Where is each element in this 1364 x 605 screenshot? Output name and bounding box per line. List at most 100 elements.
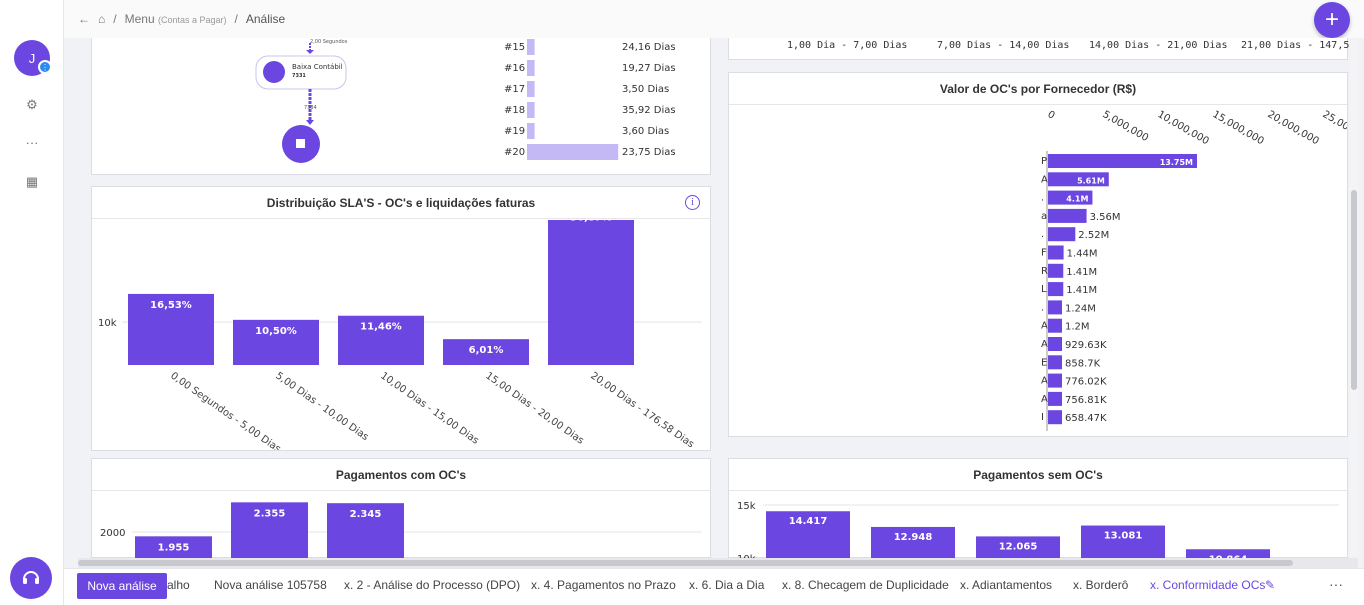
process-row-value: 35,92 Dias [622,105,676,116]
supplier-category-label: A [1041,394,1048,405]
sla-x-tick: 20,00 Dias - 176,58 Dias [588,370,696,450]
more-tabs-icon[interactable]: ··· [1329,576,1343,592]
breadcrumb-menu[interactable]: Menu (Contas a Pagar) [125,12,227,26]
supplier-data-label: 3.56M [1090,212,1121,223]
supplier-bar [1048,318,1062,333]
supplier-data-label: 1.2M [1065,322,1090,333]
horizontal-scroll-thumb[interactable] [78,560,1293,566]
tab-trabalho[interactable]: alho [167,578,190,592]
new-analysis-button[interactable]: Nova análise [77,573,167,599]
sla-distribution-panel: Distribuição SLA'S - OC's e liquidações … [91,186,711,451]
psoc-data-label: 12.065 [999,541,1038,552]
supplier-bar [1048,227,1076,242]
process-row-bar [527,60,535,76]
tab-bordero[interactable]: x. Borderô [1073,578,1128,592]
sla-panel-title: Distribuição SLA'S - OC's e liquidações … [92,187,710,219]
process-row-value: 19,27 Dias [622,63,676,74]
payments-with-oc-panel: Pagamentos com OC's 2000 1.955 2.355 2.345 [91,458,711,558]
avatar-menu-icon[interactable]: ⋮ [38,60,52,74]
supplier-data-label: 1.44M [1067,249,1098,260]
more-dots-icon[interactable]: ··· [22,132,42,152]
sla-data-label: 16,53% [150,300,192,311]
poc-y-tick: 2000 [100,528,125,539]
info-icon[interactable]: i [685,195,700,210]
process-row-id: #18 [504,105,525,116]
strip-label-4: 21,00 Dias - 147,58 [1241,40,1356,51]
supplier-category-label: F [1041,248,1047,259]
supplier-data-label: 658.47K [1065,413,1107,424]
back-arrow-icon[interactable]: ← [78,12,90,26]
tab-checagem-duplicidade[interactable]: x. 8. Checagem de Duplicidade [782,578,949,592]
supplier-value-panel: Valor de OC's por Fornecedor (R$) 0 5,000… [728,72,1348,437]
poc-data-label: 2.345 [350,509,382,520]
analysis-tab-bar: Nova análise alho Nova análise 105758 x.… [64,568,1364,605]
process-node-count: 7331 [292,73,306,79]
home-icon[interactable]: ⌂ [98,12,105,26]
settings-icon[interactable]: ⚙ [22,95,42,115]
process-row-value: 3,50 Dias [622,84,669,95]
edit-tab-icon[interactable]: ✎ [1265,578,1275,592]
psoc-data-label: 12.948 [894,532,933,543]
psoc-data-label: 13.081 [1104,531,1143,542]
tab-pagamentos-prazo[interactable]: x. 4. Pagamentos no Prazo [531,578,676,592]
payments-oc-title: Pagamentos com OC's [92,459,710,491]
process-flow-chart: 2,00 Segundos Baixa Contábil 7331 7334 #… [255,39,676,163]
building-icon[interactable]: ▦ [22,172,42,192]
process-row-bar [527,39,535,55]
supplier-panel-title: Valor de OC's por Fornecedor (R$) [729,73,1347,105]
sla-y-tick: 10k [98,318,117,329]
psoc-y-tick: 15k [737,501,756,512]
supplier-x-tick: 5,000,000 [1101,109,1151,144]
supplier-data-label: 929.63K [1065,340,1107,351]
flow-top-label: 2,00 Segundos [310,39,348,45]
tab-analise-processo[interactable]: x. 2 - Análise do Processo (DPO) [344,578,520,592]
supplier-x-tick: 15,000,000 [1211,109,1266,147]
supplier-category-label: A [1041,174,1048,185]
supplier-bar [1048,391,1062,406]
sla-bar [548,220,634,365]
process-row-id: #19 [504,126,525,137]
supplier-category-label: A [1041,339,1048,350]
payments-sem-oc-title: Pagamentos sem OC's [729,459,1347,491]
process-row-value: 23,75 Dias [622,147,676,158]
breadcrumb-menu-sub: (Contas a Pagar) [157,15,227,25]
process-node-name: Baixa Contábil [292,63,343,71]
support-headset-button[interactable] [10,557,52,599]
horizontal-scrollbar[interactable] [78,558,1358,568]
breadcrumb: ← ⌂ / Menu (Contas a Pagar) / Análise [78,12,286,26]
breadcrumb-current: Análise [245,12,286,26]
supplier-chart: 0 5,000,000 10,000,000 15,000,000 20,000,000… [1041,109,1348,431]
top-bar: ← ⌂ / Menu (Contas a Pagar) / Análise [64,0,1364,38]
supplier-data-label: 1.41M [1066,267,1097,278]
tab-adiantamentos[interactable]: x. Adiantamentos [960,578,1052,592]
supplier-category-label: a [1041,211,1047,222]
supplier-bar [1048,300,1062,315]
supplier-category-label: P [1041,156,1047,167]
supplier-x-tick: 20,000,000 [1266,109,1321,147]
strip-label-2: 7,00 Dias - 14,00 Dias [937,40,1070,51]
sidebar: J ⋮ ⚙ ··· ▦ [0,0,64,605]
supplier-category-label: A [1041,321,1048,332]
sla-x-tick: 0,00 Segundos - 5,00 Dias [168,370,282,450]
process-row-id: #20 [504,147,525,158]
sla-data-label: 6,01% [469,345,504,356]
supplier-data-label: 1.41M [1066,285,1097,296]
supplier-x-tick: 10,000,000 [1156,109,1211,147]
supplier-x-tick: 25,000,000 [1321,109,1348,147]
supplier-bar [1048,410,1062,425]
supplier-data-label: 1.24M [1065,303,1096,314]
supplier-category-label: R [1041,266,1048,277]
vertical-scrollbar[interactable] [1350,40,1358,555]
process-row-bar [527,144,619,160]
process-row-value: 3,60 Dias [622,126,669,137]
process-row-bar [527,123,535,139]
add-button[interactable]: + [1314,2,1350,38]
supplier-data-label: 776.02K [1065,377,1107,388]
supplier-data-label: 13.75M [1160,158,1193,167]
tab-conformidade-ocs[interactable]: x. Conformidade OCs [1150,578,1265,592]
supplier-category-label: I [1041,412,1044,423]
tab-nova-analise[interactable]: Nova análise 105758 [214,578,327,592]
tab-dia-a-dia[interactable]: x. 6. Dia a Dia [689,578,764,592]
vertical-scroll-thumb[interactable] [1351,190,1357,390]
supplier-category-label: . [1041,302,1044,313]
